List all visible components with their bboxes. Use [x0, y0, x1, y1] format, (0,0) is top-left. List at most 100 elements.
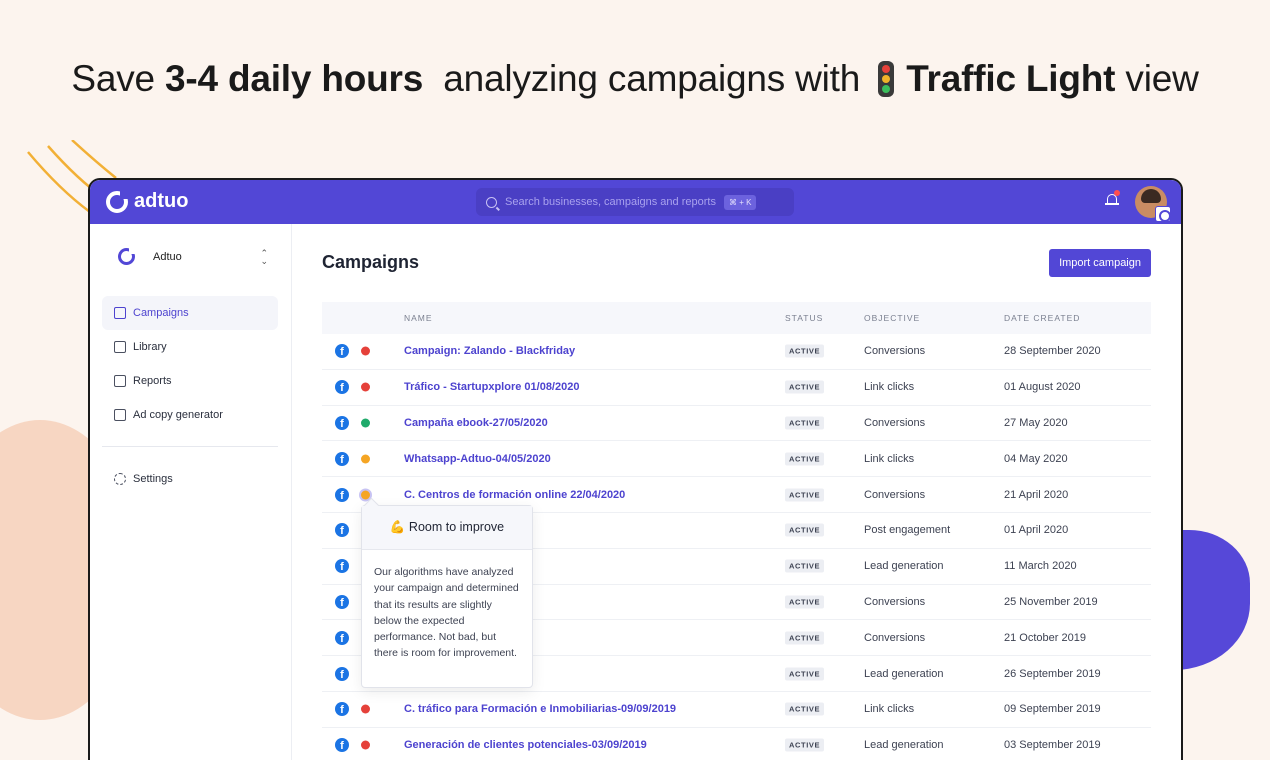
- traffic-light-tooltip: 💪 Room to improve Our algorithms have an…: [361, 505, 533, 688]
- traffic-light-green-indicator[interactable]: [361, 418, 370, 428]
- date-created-cell: 28 September 2020: [1004, 345, 1101, 358]
- date-created-cell: 11 March 2020: [1004, 560, 1077, 573]
- headline-suffix: view: [1115, 58, 1199, 99]
- date-created-cell: 21 October 2019: [1004, 631, 1086, 644]
- sidebar-item-label: Reports: [133, 375, 172, 387]
- table-row[interactable]: f Campaign: Zalando - Blackfriday ACTIVE Co…: [322, 334, 1151, 370]
- headline: Save 3-4 daily hours analyzing campaigns…: [0, 58, 1270, 100]
- objective-cell: Conversions: [864, 488, 926, 501]
- sidebar-item-label: Library: [133, 341, 167, 353]
- user-avatar[interactable]: [1135, 186, 1171, 222]
- headline-prefix: Save: [71, 58, 165, 99]
- import-campaign-button[interactable]: Import campaign: [1049, 249, 1151, 277]
- notification-bell-icon[interactable]: [1105, 190, 1120, 208]
- date-created-cell: 25 November 2019: [1004, 595, 1098, 608]
- headline-middle: analyzing campaigns with: [423, 58, 871, 99]
- traffic-light-red-indicator[interactable]: [361, 346, 370, 356]
- column-header-name[interactable]: NAME: [404, 313, 433, 323]
- workspace-logo-icon: [118, 248, 135, 265]
- objective-cell: Link clicks: [864, 703, 915, 716]
- status-badge: ACTIVE: [785, 595, 825, 609]
- objective-cell: Link clicks: [864, 452, 915, 465]
- sidebar: Adtuo ⌃ ⌄ Campaigns Library Reports Ad co…: [90, 224, 292, 760]
- objective-cell: Conversions: [864, 595, 926, 608]
- objective-cell: Conversions: [864, 416, 926, 429]
- workspace-name: Adtuo: [153, 250, 182, 263]
- objective-cell: Lead generation: [864, 667, 944, 680]
- status-badge: ACTIVE: [785, 344, 825, 358]
- tooltip-title: 💪 Room to improve: [362, 506, 532, 550]
- shortcut-badge: ⌘ + K: [724, 194, 757, 210]
- avatar-brand-badge-icon: [1155, 206, 1171, 222]
- traffic-light-orange-indicator[interactable]: [361, 454, 370, 464]
- sidebar-item-campaigns[interactable]: Campaigns: [102, 296, 278, 330]
- status-badge: ACTIVE: [785, 559, 825, 573]
- date-created-cell: 01 August 2020: [1004, 381, 1081, 394]
- sidebar-item-settings[interactable]: Settings: [102, 462, 278, 496]
- facebook-icon: f: [335, 344, 349, 359]
- traffic-light-red-indicator[interactable]: [361, 740, 370, 750]
- chevron-updown-icon: ⌃ ⌄: [260, 247, 268, 266]
- headline-bold-hours: 3-4 daily hours: [164, 58, 424, 99]
- facebook-icon: f: [335, 451, 349, 466]
- page-title: Campaigns: [322, 252, 420, 272]
- app-window: adtuo ⌘ + K Adtuo ⌃⌄ Campaigns Libr: [88, 178, 1183, 760]
- table-row[interactable]: f Tráfico - Startupxplore 01/08/2020 ACTIV…: [322, 370, 1151, 406]
- logo-icon: [106, 190, 128, 213]
- date-created-cell: 21 April 2020: [1004, 488, 1069, 501]
- date-created-cell: 04 May 2020: [1004, 452, 1068, 465]
- column-header-date-created[interactable]: DATE CREATED: [1004, 313, 1080, 323]
- campaign-name-link[interactable]: Whatsapp-Adtuo-04/05/2020: [404, 453, 551, 465]
- headline-bold-traffic-light: Traffic Light: [906, 58, 1116, 99]
- table-row[interactable]: f Whatsapp-Adtuo-04/05/2020 ACTIVE Link cli…: [322, 441, 1151, 478]
- traffic-light-red-indicator[interactable]: [361, 704, 370, 714]
- status-badge: ACTIVE: [785, 738, 825, 752]
- tooltip-body: Our algorithms have analyzed your campai…: [374, 566, 519, 660]
- table-row[interactable]: f Campaña ebook-27/05/2020 ACTIVE Conversio…: [322, 406, 1151, 442]
- facebook-icon: f: [335, 415, 349, 430]
- status-badge: ACTIVE: [785, 523, 825, 537]
- objective-cell: Lead generation: [864, 560, 944, 573]
- megaphone-icon: [114, 307, 126, 319]
- sidebar-settings: Settings: [102, 462, 278, 496]
- search-bar[interactable]: ⌘ + K: [476, 188, 794, 216]
- table-row[interactable]: f C. tráfico para Formación e Inmobiliari…: [322, 692, 1151, 728]
- traffic-light-red-indicator[interactable]: [361, 382, 370, 392]
- facebook-icon: f: [335, 487, 349, 502]
- campaign-name-link[interactable]: Generación de clientes potenciales-03/09…: [404, 739, 647, 751]
- objective-cell: Conversions: [864, 345, 926, 358]
- campaign-name-link[interactable]: C. Centros de formación online 22/04/202…: [404, 489, 625, 501]
- sidebar-item-library[interactable]: Library: [102, 330, 278, 364]
- sidebar-item-ad-copy-generator[interactable]: Ad copy generator: [102, 398, 278, 432]
- status-badge: ACTIVE: [785, 667, 825, 681]
- column-header-status[interactable]: STATUS: [785, 313, 823, 323]
- date-created-cell: 26 September 2019: [1004, 667, 1101, 680]
- sidebar-item-reports[interactable]: Reports: [102, 364, 278, 398]
- workspace-switcher[interactable]: Adtuo ⌃ ⌄: [118, 248, 268, 265]
- facebook-icon: f: [335, 666, 349, 681]
- brand-name: adtuo: [134, 190, 189, 212]
- table-row[interactable]: f Generación de clientes potenciales-03/0…: [322, 728, 1151, 760]
- campaign-name-link[interactable]: C. tráfico para Formación e Inmobiliaria…: [404, 703, 676, 715]
- campaign-name-link[interactable]: Tráfico - Startupxplore 01/08/2020: [404, 381, 579, 393]
- search-input[interactable]: [505, 196, 720, 208]
- status-badge: ACTIVE: [785, 416, 825, 430]
- column-header-objective[interactable]: OBJECTIVE: [864, 313, 920, 323]
- traffic-light-orange-indicator[interactable]: [361, 490, 370, 500]
- campaign-name-link[interactable]: Campaign: Zalando - Blackfriday: [404, 345, 575, 357]
- facebook-icon: f: [335, 630, 349, 645]
- status-badge: ACTIVE: [785, 631, 825, 645]
- edit-icon: [114, 409, 126, 421]
- sidebar-item-label: Campaigns: [133, 307, 189, 319]
- status-badge: ACTIVE: [785, 380, 825, 394]
- top-bar: adtuo ⌘ + K: [90, 180, 1181, 224]
- table-header: NAME STATUS OBJECTIVE DATE CREATED: [322, 302, 1151, 334]
- report-icon: [114, 375, 126, 387]
- date-created-cell: 03 September 2019: [1004, 739, 1101, 752]
- brand-logo[interactable]: adtuo: [106, 190, 188, 213]
- facebook-icon: f: [335, 738, 349, 753]
- traffic-light-icon: [878, 61, 895, 97]
- objective-cell: Lead generation: [864, 739, 944, 752]
- campaign-name-link[interactable]: Campaña ebook-27/05/2020: [404, 417, 548, 429]
- facebook-icon: f: [335, 702, 349, 717]
